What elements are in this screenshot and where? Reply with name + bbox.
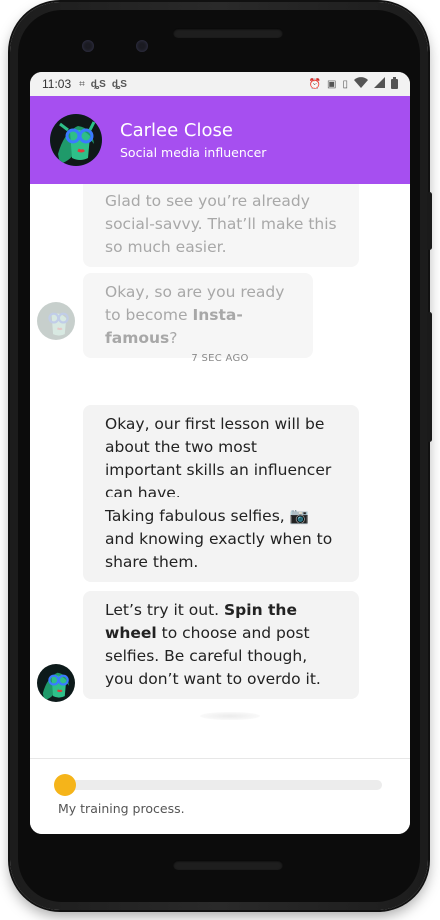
chat-message: Let’s try it out. Spin the wheel to choo… (83, 591, 359, 699)
wifi-icon (354, 77, 368, 91)
status-bar: 11:03 ⌗ ȡS ȡS ⏰ ▣ ▯ (30, 72, 410, 96)
vibrate-icon: ▯ (342, 78, 348, 90)
contact-name: Carlee Close (120, 120, 233, 141)
chat-message: Glad to see you’re already social-savvy.… (83, 184, 359, 267)
sender-avatar (37, 302, 75, 340)
typing-indicator (200, 712, 260, 720)
cast-icon: ▣ (327, 78, 337, 90)
training-progress-bar (56, 780, 382, 790)
sensor-icon (82, 40, 94, 52)
training-progress-knob (54, 774, 76, 796)
network-icon: ⌗ (79, 78, 85, 90)
data-icon: ȡS (111, 78, 127, 90)
power-button (427, 192, 432, 250)
message-text: Glad to see you’re already social-savvy.… (105, 192, 337, 256)
message-timestamp: 7 SEC AGO (191, 353, 249, 364)
bottom-speaker (173, 860, 283, 870)
contact-role: Social media influencer (120, 145, 267, 160)
chat-message: Okay, so are you ready to become Insta-f… (83, 273, 313, 358)
message-text: Okay, our first lesson will be about the… (105, 415, 332, 502)
signal-icon (374, 77, 385, 91)
training-progress-label: My training process. (58, 801, 185, 816)
data-icon: ȡS (90, 78, 106, 90)
chat-header: Carlee Close Social media influencer (30, 96, 410, 184)
battery-icon (391, 76, 398, 92)
alarm-icon: ⏰ (308, 78, 322, 90)
training-footer: My training process. (30, 758, 410, 834)
message-text: Taking fabulous selfies, 📷 and knowing e… (105, 507, 333, 571)
front-camera-icon (136, 40, 148, 52)
message-text: Let’s try it out. (105, 601, 225, 619)
chat-log[interactable]: Glad to see you’re already social-savvy.… (30, 184, 410, 759)
contact-avatar[interactable] (50, 114, 102, 166)
volume-button (427, 312, 432, 442)
message-text: ? (169, 329, 178, 347)
top-speaker (173, 28, 283, 38)
app-screen: 11:03 ⌗ ȡS ȡS ⏰ ▣ ▯ Carlee Close Social … (30, 72, 410, 834)
chat-message: Taking fabulous selfies, 📷 and knowing e… (83, 497, 359, 582)
sender-avatar (37, 664, 75, 702)
status-time: 11:03 (42, 77, 72, 91)
